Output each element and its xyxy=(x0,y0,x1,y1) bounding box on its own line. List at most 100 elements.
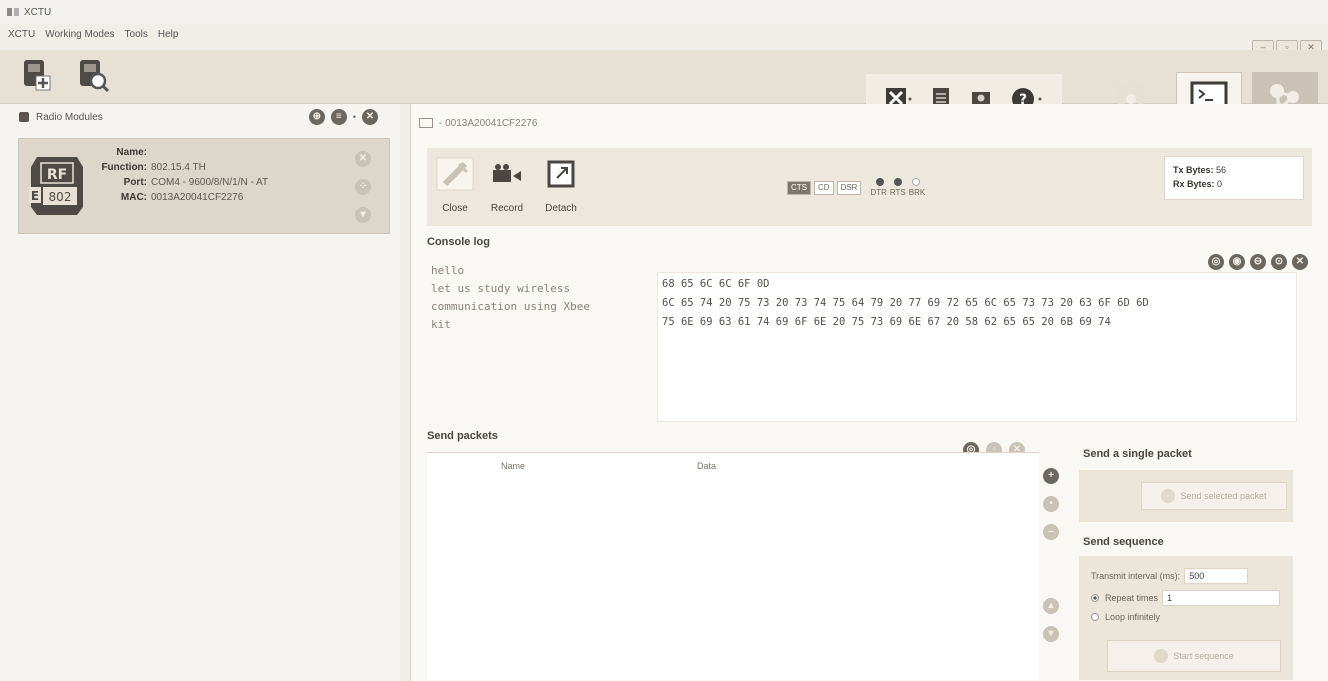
console-hex-view[interactable]: 68 65 6C 6C 6F 0D 6C 65 74 20 75 73 20 7… xyxy=(657,272,1297,422)
dtr-label: DTR xyxy=(870,188,887,197)
record-label: Record xyxy=(490,203,524,214)
radio-modules-title: Radio Modules xyxy=(36,111,103,123)
console-log-actions: ◎ ◉ ⊖ ⊙ ✕ xyxy=(1208,254,1308,270)
move-down-icon[interactable]: ▾ xyxy=(1043,626,1059,642)
name-label: Name: xyxy=(116,147,147,158)
menu-tools[interactable]: Tools xyxy=(125,29,148,40)
expand-module-icon[interactable]: ▾ xyxy=(355,207,371,223)
packets-name-header[interactable]: Name xyxy=(427,461,697,471)
record-button[interactable]: Record xyxy=(483,156,531,214)
console-toolbar: Close Record Detach CTS CD DSR DTR RTS B… xyxy=(427,148,1312,226)
save-log-icon[interactable]: ◉ xyxy=(1229,254,1245,270)
ascii-line: kit xyxy=(431,318,451,331)
send-sequence-panel: Transmit interval (ms): 500 Repeat times… xyxy=(1079,556,1293,680)
mac-value: 0013A20041CF2276 xyxy=(151,192,244,203)
console-log-title: Console log xyxy=(427,236,490,248)
module-icon-top-text: RF xyxy=(47,167,67,183)
hex-line: 68 65 6C 6C 6F 0D xyxy=(662,278,770,290)
function-label: Function: xyxy=(101,162,147,173)
control-lines: DTR RTS BRK xyxy=(870,178,925,197)
send-single-packet-title: Send a single packet xyxy=(1083,448,1192,460)
discover-radio-nodes-icon[interactable]: ⁘ xyxy=(355,179,371,195)
module-icon-bottom-text: 802 xyxy=(49,190,72,204)
menu-working-modes[interactable]: Working Modes xyxy=(45,29,114,40)
lock-scroll-icon[interactable]: ⊙ xyxy=(1271,254,1287,270)
move-up-icon[interactable]: ▴ xyxy=(1043,598,1059,614)
cd-indicator: CD xyxy=(814,180,834,195)
menu-bar: XCTU Working Modes Tools Help xyxy=(0,24,1328,44)
dropdown-arrow-icon[interactable]: • xyxy=(353,112,356,122)
dtr-toggle[interactable] xyxy=(875,178,884,186)
plug-icon xyxy=(436,157,474,191)
serial-signals: CTS CD DSR DTR RTS BRK xyxy=(787,178,925,197)
send-icon xyxy=(1161,489,1176,503)
window-title: XCTU xyxy=(24,6,52,18)
loop-infinitely-radio[interactable] xyxy=(1091,613,1099,621)
send-single-packet-panel: Send a single packet Send selected packe… xyxy=(1071,438,1299,681)
transmit-interval-label: Transmit interval (ms): xyxy=(1091,571,1181,581)
close-connection-button[interactable]: Close xyxy=(431,156,479,214)
send-sequence-title: Send sequence xyxy=(1083,536,1164,548)
edit-selected-packet-icon[interactable]: • xyxy=(1043,496,1059,512)
tx-bytes-value: 56 xyxy=(1216,165,1227,175)
ascii-line: let us study wireless xyxy=(431,282,571,295)
radio-modules-panel: Radio Modules ⊕ ≡ • ✕ RF E 802 Name: Fun… xyxy=(0,104,400,681)
radio-modules-header: Radio Modules ⊕ ≡ • ✕ xyxy=(0,104,400,130)
detach-label: Detach xyxy=(545,203,577,214)
add-device-icon[interactable] xyxy=(18,54,54,94)
console-tab-icon xyxy=(419,118,433,128)
hex-line: 6C 65 74 20 75 73 20 73 74 75 64 79 20 7… xyxy=(662,297,1149,309)
start-icon xyxy=(1154,649,1169,663)
send-selected-packet-button[interactable]: Send selected packet xyxy=(1141,482,1287,510)
radio-module-small-icon xyxy=(19,112,29,122)
radio-module-card[interactable]: RF E 802 Name: Function: 802.15.4 TH Port… xyxy=(18,138,390,234)
menu-xctu[interactable]: XCTU xyxy=(8,29,35,40)
port-label: Port: xyxy=(123,177,147,188)
console-tab-title: - 0013A20041CF2276 xyxy=(439,117,538,129)
close-log-icon[interactable]: ✕ xyxy=(1292,254,1308,270)
tx-bytes-label: Tx Bytes: xyxy=(1173,165,1214,175)
packet-list-buttons: + • – ▴ ▾ xyxy=(1043,468,1059,642)
repeat-times-radio[interactable] xyxy=(1091,594,1099,602)
add-new-packet-icon[interactable]: + xyxy=(1043,468,1059,484)
detach-button[interactable]: Detach xyxy=(537,156,585,214)
remove-all-icon[interactable]: ✕ xyxy=(362,109,378,125)
load-profile-icon[interactable]: ≡ xyxy=(330,109,347,125)
packets-data-header[interactable]: Data xyxy=(697,461,716,471)
byte-counters: Tx Bytes: 56 Rx Bytes: 0 xyxy=(1164,156,1304,200)
record-camera-icon xyxy=(493,164,521,182)
console-panel: - 0013A20041CF2276 Close Record Detach C… xyxy=(410,104,1328,681)
filter-icon[interactable]: ⊕ xyxy=(308,109,325,125)
radio-module-icon: RF E 802 xyxy=(29,157,83,215)
disconnect-module-icon[interactable]: ✕ xyxy=(355,151,371,167)
transmit-interval-input[interactable]: 500 xyxy=(1184,568,1249,584)
send-packets-title: Send packets xyxy=(427,430,498,442)
rx-bytes-label: Rx Bytes: xyxy=(1173,179,1215,189)
rx-bytes-value: 0 xyxy=(1217,179,1223,189)
console-tab[interactable]: - 0013A20041CF2276 xyxy=(411,104,1328,142)
start-sequence-label: Start sequence xyxy=(1173,651,1234,661)
ascii-line: communication using Xbee xyxy=(431,300,590,313)
console-ascii-view[interactable]: hello let us study wireless communicatio… xyxy=(431,262,651,412)
discover-devices-icon[interactable] xyxy=(74,54,110,94)
brk-toggle[interactable] xyxy=(911,178,920,186)
repeat-times-input[interactable]: 1 xyxy=(1162,590,1281,606)
start-sequence-button[interactable]: Start sequence xyxy=(1107,640,1281,672)
delete-packet-icon[interactable]: – xyxy=(1043,524,1059,540)
show-hex-icon[interactable]: ◎ xyxy=(1208,254,1224,270)
rts-toggle[interactable] xyxy=(893,178,902,186)
brk-label: BRK xyxy=(908,188,926,197)
send-selected-packet-label: Send selected packet xyxy=(1180,491,1267,501)
dsr-indicator: DSR xyxy=(836,180,862,195)
loop-infinitely-label: Loop infinitely xyxy=(1105,612,1161,622)
close-label: Close xyxy=(442,203,468,214)
cts-indicator: CTS xyxy=(787,180,811,195)
repeat-times-label: Repeat times xyxy=(1105,593,1159,603)
module-icon-letter: E xyxy=(31,189,39,203)
ascii-line: hello xyxy=(431,264,465,277)
title-bar: XCTU xyxy=(0,0,1328,24)
menu-help[interactable]: Help xyxy=(158,29,179,40)
mac-label: MAC: xyxy=(120,192,147,203)
clear-log-icon[interactable]: ⊖ xyxy=(1250,254,1266,270)
packets-table: Name Data xyxy=(427,452,1039,680)
